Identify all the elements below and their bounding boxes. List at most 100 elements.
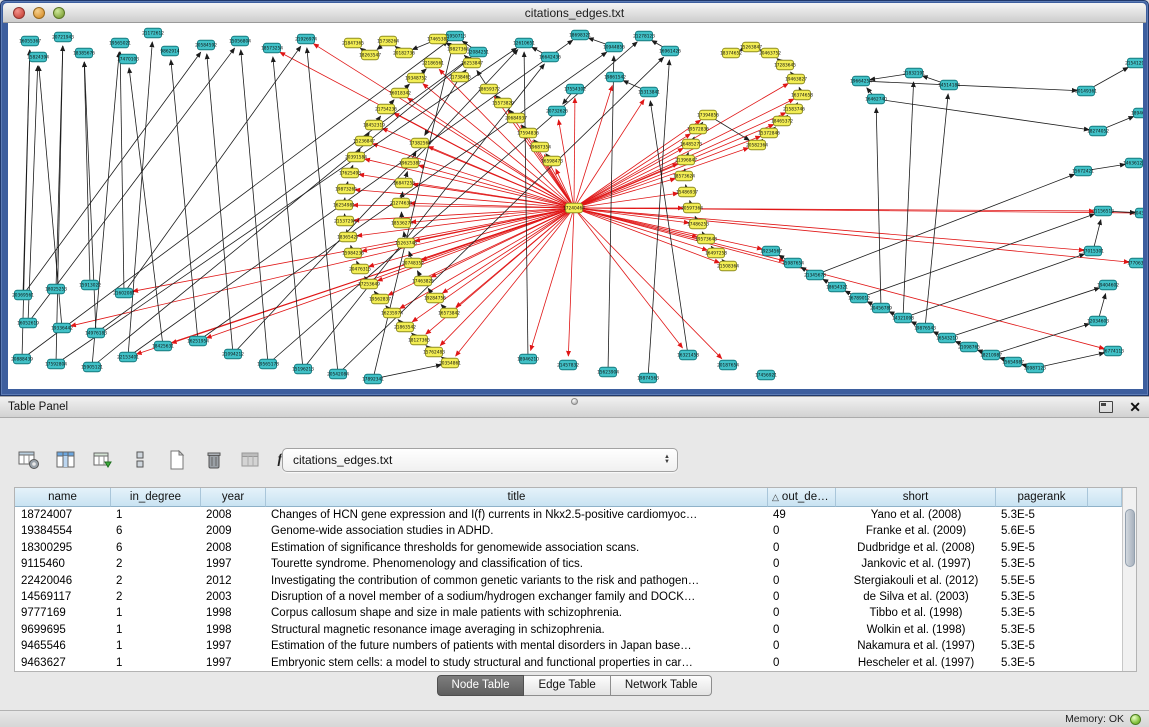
network-node[interactable]: 21094212 <box>222 349 244 359</box>
network-node[interactable]: 16847253 <box>393 178 415 188</box>
tab-network-table[interactable]: Network Table <box>611 675 713 696</box>
network-node[interactable]: 16052619 <box>17 318 39 328</box>
network-node[interactable]: 20439842 <box>1133 208 1143 218</box>
network-node[interactable]: 17470103 <box>117 54 139 64</box>
row-height-icon[interactable] <box>127 447 153 473</box>
network-edge[interactable] <box>92 52 119 367</box>
network-node[interactable]: 15263847 <box>740 42 762 52</box>
network-node[interactable]: 19562837 <box>369 294 391 304</box>
network-node[interactable]: 20542084 <box>327 369 349 379</box>
network-node[interactable]: 15672421 <box>1072 166 1094 176</box>
network-node[interactable]: 18025253 <box>45 284 67 294</box>
network-edge[interactable] <box>568 208 574 356</box>
network-edge[interactable] <box>574 208 1104 349</box>
network-node[interactable]: 15263748 <box>395 238 417 248</box>
network-node[interactable]: 21345678 <box>804 270 826 280</box>
network-node[interactable]: 15236847 <box>353 136 375 146</box>
delete-column-icon[interactable] <box>201 447 227 473</box>
network-node[interactable]: 21583746 <box>783 104 805 114</box>
network-node[interactable]: 15654987 <box>1002 357 1024 367</box>
network-node[interactable]: 15738264 <box>377 36 399 46</box>
network-node[interactable]: 18698321 <box>569 30 591 40</box>
network-node[interactable]: 20182736 <box>393 48 415 58</box>
network-node[interactable]: 17253649 <box>358 279 380 289</box>
network-node[interactable]: 19664254 <box>850 76 872 86</box>
scrollbar-thumb[interactable] <box>1125 509 1135 567</box>
network-node[interactable]: 17456921 <box>755 370 777 380</box>
column-header-short[interactable]: short <box>836 488 996 507</box>
table-row[interactable]: 911546021997Tourette syndrome. Phenomeno… <box>15 556 1122 572</box>
network-node[interactable]: 18452319 <box>363 120 385 130</box>
network-node[interactable]: 19874563 <box>637 373 659 383</box>
network-node[interactable]: 21541294 <box>1125 58 1143 68</box>
network-node[interactable]: 19861542 <box>604 72 626 82</box>
network-edge[interactable] <box>425 77 460 135</box>
network-node[interactable]: 20987123 <box>1024 363 1046 373</box>
network-node[interactable]: 21098765 <box>958 342 980 352</box>
network-edge[interactable] <box>56 46 63 364</box>
network-edge[interactable] <box>574 136 761 208</box>
network-node[interactable]: 20597364 <box>681 203 703 213</box>
network-node[interactable]: 16642436 <box>539 52 561 62</box>
create-column-icon[interactable] <box>164 447 190 473</box>
network-node[interactable]: 15196213 <box>292 364 314 374</box>
network-node[interactable]: 10944856 <box>603 42 625 52</box>
network-node[interactable]: 16789012 <box>848 293 870 303</box>
network-node[interactable]: 17283645 <box>774 60 796 70</box>
network-node[interactable]: 15762483 <box>423 347 445 357</box>
network-edge[interactable] <box>440 208 574 346</box>
network-node[interactable]: 17892341 <box>362 374 384 384</box>
network-edge[interactable] <box>439 69 574 208</box>
network-node[interactable]: 21863542 <box>394 322 416 332</box>
network-node[interactable]: 16055367 <box>19 36 41 46</box>
network-node[interactable]: 17592804 <box>45 359 67 369</box>
network-edge[interactable] <box>876 108 881 308</box>
network-node[interactable]: 21278123 <box>633 31 655 41</box>
network-edge[interactable] <box>574 98 575 208</box>
close-window-button[interactable] <box>13 7 25 19</box>
network-node[interactable]: 21926974 <box>295 34 317 44</box>
splitter-grip[interactable] <box>571 398 578 405</box>
network-node[interactable]: 21508364 <box>717 261 739 271</box>
network-node[interactable]: 19463827 <box>785 74 807 84</box>
network-node[interactable]: 18573254 <box>261 43 283 53</box>
network-edge[interactable] <box>23 52 201 295</box>
network-node[interactable]: 16254981 <box>333 200 355 210</box>
column-header-out_degree[interactable]: △out_de… <box>768 488 836 507</box>
network-edge[interactable] <box>574 148 683 208</box>
network-edge[interactable] <box>991 324 1089 355</box>
close-panel-icon[interactable]: ✕ <box>1129 400 1141 414</box>
network-node[interactable]: 19876543 <box>914 323 936 333</box>
network-node[interactable]: 17465382 <box>427 34 449 44</box>
network-canvas[interactable]: 1605536720721943158243941838567619565021… <box>8 23 1143 389</box>
network-node[interactable]: 14514184 <box>938 80 960 90</box>
network-node[interactable]: 18385676 <box>73 48 95 58</box>
table-row[interactable]: 2242004622012Investigating the contribut… <box>15 573 1122 589</box>
network-node[interactable]: 20584592 <box>195 40 217 50</box>
network-node[interactable]: 17625493 <box>339 168 361 178</box>
network-edge[interactable] <box>608 56 614 372</box>
network-edge[interactable] <box>273 57 303 369</box>
network-node[interactable]: 17486253 <box>687 219 709 229</box>
network-node[interactable]: 15056804 <box>229 36 251 46</box>
network-node[interactable]: 15905121 <box>81 362 103 372</box>
network-node[interactable]: 18465372 <box>771 116 793 126</box>
network-node[interactable]: 20187654 <box>717 360 739 370</box>
column-header-pagerank[interactable]: pagerank <box>996 488 1088 507</box>
network-node[interactable]: 19234567 <box>760 246 782 256</box>
network-node[interactable]: 17594836 <box>517 128 539 138</box>
network-edge[interactable] <box>206 208 574 338</box>
network-edge[interactable] <box>574 86 612 208</box>
network-node[interactable]: 20456789 <box>870 303 892 313</box>
network-edge[interactable] <box>314 44 574 208</box>
network-node[interactable]: 20149361 <box>1075 86 1097 96</box>
network-node[interactable]: 19572836 <box>687 124 709 134</box>
network-node[interactable]: 20721943 <box>52 32 74 42</box>
network-node[interactable]: 19687354 <box>529 142 551 152</box>
network-edge[interactable] <box>903 82 914 318</box>
network-edge[interactable] <box>574 208 722 359</box>
network-node[interactable]: 14321098 <box>892 313 914 323</box>
table-disabled-icon[interactable] <box>238 447 264 473</box>
table-row[interactable]: 969969511998Structural magnetic resonanc… <box>15 622 1122 638</box>
network-edge[interactable] <box>815 174 1075 275</box>
